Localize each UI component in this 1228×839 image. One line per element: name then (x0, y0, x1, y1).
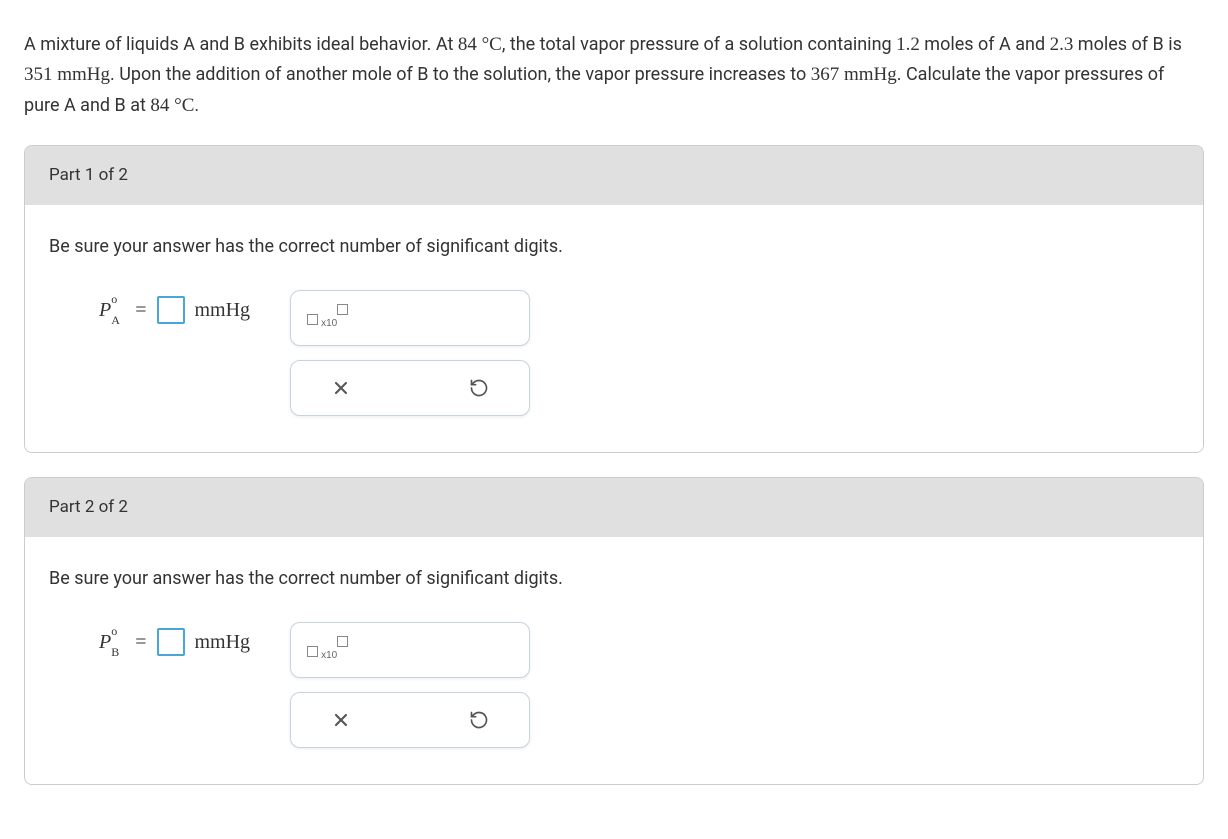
equals-sign: = (135, 294, 146, 326)
part-2-action-row (290, 692, 530, 748)
part-1-answer-input[interactable] (157, 296, 185, 324)
reset-button[interactable] (461, 702, 497, 738)
clear-button[interactable] (323, 370, 359, 406)
close-icon (331, 710, 351, 730)
part-2-header: Part 2 of 2 (25, 478, 1203, 537)
close-icon (331, 378, 351, 398)
scientific-notation-icon: x10 (307, 304, 351, 332)
question-text: A mixture of liquids A and B exhibits id… (24, 30, 1204, 121)
variable-pa: P o A (99, 294, 111, 326)
reset-button[interactable] (461, 370, 497, 406)
part-1-answer-row: P o A = mmHg x10 (49, 290, 1179, 416)
part-1-action-row (290, 360, 530, 416)
variable-pb: P o B (99, 626, 111, 658)
equals-sign: = (135, 626, 146, 658)
part-2-instruction: Be sure your answer has the correct numb… (49, 565, 1179, 594)
part-1-tool-group: x10 (290, 290, 530, 416)
clear-button[interactable] (323, 702, 359, 738)
part-2-container: Part 2 of 2 Be sure your answer has the … (24, 477, 1204, 785)
scientific-notation-button[interactable]: x10 (290, 290, 530, 346)
part-1-instruction: Be sure your answer has the correct numb… (49, 233, 1179, 262)
part-2-tool-group: x10 (290, 622, 530, 748)
scientific-notation-icon: x10 (307, 636, 351, 664)
part-1-header: Part 1 of 2 (25, 146, 1203, 205)
part-2-body: Be sure your answer has the correct numb… (25, 537, 1203, 784)
part-1-body: Be sure your answer has the correct numb… (25, 205, 1203, 452)
undo-icon (469, 378, 489, 398)
part-2-answer-input[interactable] (157, 628, 185, 656)
part-2-answer-row: P o B = mmHg x10 (49, 622, 1179, 748)
scientific-notation-button[interactable]: x10 (290, 622, 530, 678)
unit-mmhg: mmHg (195, 294, 251, 326)
unit-mmhg: mmHg (195, 626, 251, 658)
part-2-equation: P o B = mmHg (99, 622, 250, 658)
part-1-container: Part 1 of 2 Be sure your answer has the … (24, 145, 1204, 453)
part-1-equation: P o A = mmHg (99, 290, 250, 326)
undo-icon (469, 710, 489, 730)
